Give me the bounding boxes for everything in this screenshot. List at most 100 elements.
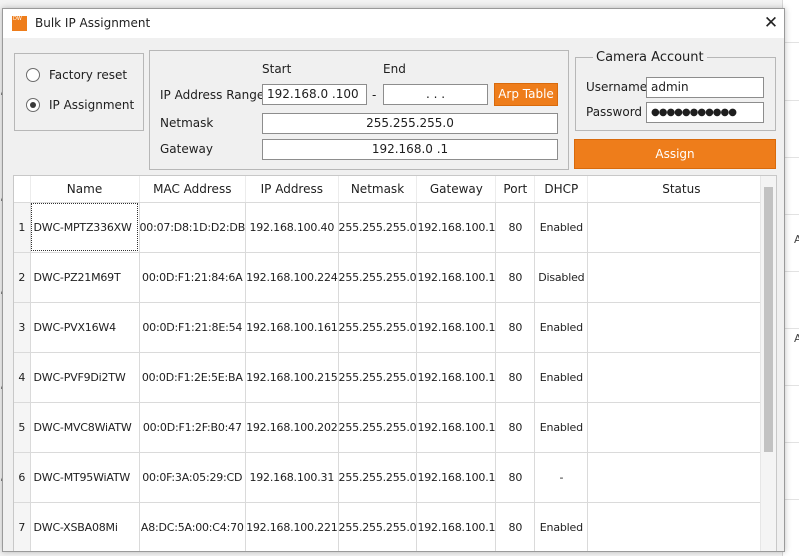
password-input[interactable]: ●●●●●●●●●●● <box>646 102 764 123</box>
netmask-input[interactable]: 255.255.255.0 <box>262 113 558 134</box>
mac-cell[interactable]: 00:07:D8:1D:D2:DB <box>139 202 247 253</box>
assign-button[interactable]: Assign <box>574 139 776 169</box>
column-header[interactable]: DHCP <box>534 176 589 203</box>
netmask-cell[interactable]: 255.255.255.0 <box>338 252 418 303</box>
ip-cell[interactable]: 192.168.100.202 <box>245 402 339 453</box>
column-header[interactable]: Port <box>495 176 536 203</box>
name-cell[interactable]: DWC-MT95WiATW <box>30 452 140 503</box>
gateway-cell[interactable]: 192.168.100.1 <box>416 302 497 353</box>
dhcp-cell[interactable]: Disabled <box>534 252 589 303</box>
ip-assignment-radio[interactable]: IP Assignment <box>26 98 134 112</box>
start-ip-input[interactable]: 192.168.0 .100 <box>262 84 367 105</box>
netmask-cell[interactable]: 255.255.255.0 <box>338 402 418 453</box>
table-row[interactable]: 7 DWC-XSBA08Mi A8:DC:5A:00:C4:70 192.168… <box>14 502 776 551</box>
gateway-cell[interactable]: 192.168.100.1 <box>416 252 497 303</box>
table-scrollbar[interactable] <box>760 176 776 551</box>
column-header[interactable]: IP Address <box>245 176 339 203</box>
name-cell[interactable]: DWC-MVC8WiATW <box>30 402 140 453</box>
netmask-cell[interactable]: 255.255.255.0 <box>338 352 418 403</box>
start-header: Start <box>262 62 292 76</box>
factory-reset-radio[interactable]: Factory reset <box>26 68 127 82</box>
gateway-input[interactable]: 192.168.0 .1 <box>262 139 558 160</box>
row-number-header <box>14 176 31 203</box>
status-cell[interactable] <box>587 302 776 353</box>
table-row[interactable]: 6 DWC-MT95WiATW 00:0F:3A:05:29:CD 192.16… <box>14 452 776 503</box>
ip-cell[interactable]: 192.168.100.224 <box>245 252 339 303</box>
column-header[interactable]: Netmask <box>338 176 418 203</box>
status-cell[interactable] <box>587 352 776 403</box>
dhcp-cell[interactable]: Enabled <box>534 352 589 403</box>
table-row[interactable]: 4 DWC-PVF9Di2TW 00:0D:F1:2E:5E:BA 192.16… <box>14 352 776 403</box>
gateway-cell[interactable]: 192.168.100.1 <box>416 402 497 453</box>
mac-cell[interactable]: 00:0D:F1:2F:B0:47 <box>139 402 247 453</box>
name-cell[interactable]: DWC-PZ21M69T <box>30 252 140 303</box>
camera-account-legend: Camera Account <box>593 50 707 65</box>
mac-cell[interactable]: 00:0F:3A:05:29:CD <box>139 452 247 503</box>
port-cell[interactable]: 80 <box>495 402 536 453</box>
scrollbar-thumb[interactable] <box>764 187 773 452</box>
ip-cell[interactable]: 192.168.100.31 <box>245 452 339 503</box>
table-row[interactable]: 2 DWC-PZ21M69T 00:0D:F1:21:84:6A 192.168… <box>14 252 776 303</box>
port-cell[interactable]: 80 <box>495 202 536 253</box>
netmask-cell[interactable]: 255.255.255.0 <box>338 202 418 253</box>
row-number: 3 <box>14 302 31 353</box>
ip-assignment-label: IP Assignment <box>49 98 135 112</box>
status-cell[interactable] <box>587 452 776 503</box>
port-cell[interactable]: 80 <box>495 452 536 503</box>
ip-cell[interactable]: 192.168.100.221 <box>245 502 339 551</box>
close-icon[interactable]: ✕ <box>759 12 783 34</box>
table-row[interactable]: 1 DWC-MPTZ336XW 00:07:D8:1D:D2:DB 192.16… <box>14 202 776 253</box>
arp-table-button[interactable]: Arp Table <box>494 83 558 106</box>
row-number: 4 <box>14 352 31 403</box>
dhcp-cell[interactable]: Enabled <box>534 302 589 353</box>
username-input[interactable]: admin <box>646 77 764 98</box>
name-cell[interactable]: DWC-PVF9Di2TW <box>30 352 140 403</box>
netmask-cell[interactable]: 255.255.255.0 <box>338 502 418 551</box>
status-cell[interactable] <box>587 402 776 453</box>
row-number: 1 <box>14 202 31 253</box>
mac-cell[interactable]: 00:0D:F1:21:8E:54 <box>139 302 247 353</box>
mac-cell[interactable]: 00:0D:F1:21:84:6A <box>139 252 247 303</box>
ip-cell[interactable]: 192.168.100.40 <box>245 202 339 253</box>
mac-cell[interactable]: A8:DC:5A:00:C4:70 <box>139 502 247 551</box>
name-cell[interactable]: DWC-XSBA08Mi <box>30 502 140 551</box>
dhcp-cell[interactable]: Enabled <box>534 502 589 551</box>
column-header[interactable]: MAC Address <box>139 176 247 203</box>
port-cell[interactable]: 80 <box>495 302 536 353</box>
row-number: 6 <box>14 452 31 503</box>
camera-table: Name MAC Address IP Address Netmask Gate… <box>13 175 777 551</box>
ip-cell[interactable]: 192.168.100.161 <box>245 302 339 353</box>
gateway-cell[interactable]: 192.168.100.1 <box>416 352 497 403</box>
dhcp-cell[interactable]: Enabled <box>534 202 589 253</box>
status-cell[interactable] <box>587 502 776 551</box>
end-ip-input[interactable]: . . . <box>383 84 488 105</box>
range-separator: - <box>372 88 377 102</box>
port-cell[interactable]: 80 <box>495 252 536 303</box>
port-cell[interactable]: 80 <box>495 352 536 403</box>
mac-cell[interactable]: 00:0D:F1:2E:5E:BA <box>139 352 247 403</box>
column-header[interactable]: Gateway <box>416 176 497 203</box>
ip-cell[interactable]: 192.168.100.215 <box>245 352 339 403</box>
title-bar[interactable]: DW Bulk IP Assignment ✕ <box>3 9 784 38</box>
port-cell[interactable]: 80 <box>495 502 536 551</box>
netmask-cell[interactable]: 255.255.255.0 <box>338 452 418 503</box>
window-title: Bulk IP Assignment <box>35 16 151 30</box>
name-cell[interactable]: DWC-PVX16W4 <box>30 302 140 353</box>
username-label: Username <box>586 80 648 94</box>
status-cell[interactable] <box>587 202 776 253</box>
gateway-cell[interactable]: 192.168.100.1 <box>416 202 497 253</box>
name-cell[interactable]: DWC-MPTZ336XW <box>30 202 140 253</box>
background-letter: A <box>794 332 799 345</box>
app-logo-icon: DW <box>12 16 27 31</box>
netmask-cell[interactable]: 255.255.255.0 <box>338 302 418 353</box>
status-cell[interactable] <box>587 252 776 303</box>
dhcp-cell[interactable]: Enabled <box>534 402 589 453</box>
gateway-cell[interactable]: 192.168.100.1 <box>416 452 497 503</box>
table-row[interactable]: 5 DWC-MVC8WiATW 00:0D:F1:2F:B0:47 192.16… <box>14 402 776 453</box>
table-row[interactable]: 3 DWC-PVX16W4 00:0D:F1:21:8E:54 192.168.… <box>14 302 776 353</box>
column-header[interactable]: Status <box>587 176 776 203</box>
dhcp-cell[interactable]: - <box>534 452 589 503</box>
password-label: Password <box>586 105 643 119</box>
column-header[interactable]: Name <box>30 176 140 203</box>
gateway-cell[interactable]: 192.168.100.1 <box>416 502 497 551</box>
